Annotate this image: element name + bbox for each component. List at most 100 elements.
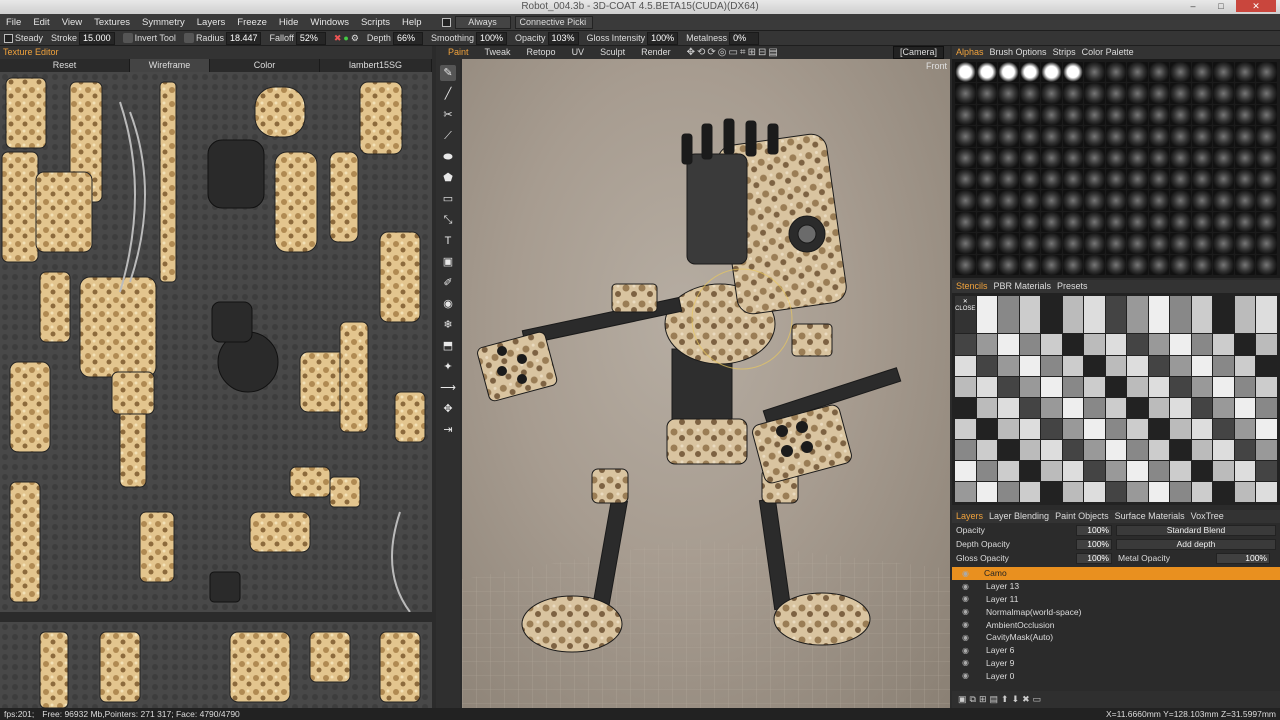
stencil-thumbnail[interactable] — [1062, 334, 1084, 355]
alpha-thumbnail[interactable] — [1256, 83, 1277, 104]
stencil-thumbnail[interactable] — [1148, 334, 1170, 355]
layer-row[interactable]: ◉ Layer 9 — [952, 657, 1280, 670]
alpha-thumbnail[interactable] — [1148, 104, 1170, 126]
stencil-thumbnail[interactable] — [1019, 481, 1041, 502]
menu-view[interactable]: View — [56, 14, 88, 31]
alpha-thumbnail[interactable] — [1170, 147, 1191, 168]
stencil-thumbnail[interactable] — [1191, 334, 1213, 355]
stencil-thumbnail[interactable] — [1041, 397, 1062, 418]
stencil-thumbnail[interactable] — [1127, 481, 1148, 502]
alpha-thumbnail[interactable] — [1170, 62, 1191, 83]
stencil-thumbnail[interactable] — [1105, 439, 1127, 460]
stencil-thumbnail[interactable] — [1213, 397, 1234, 418]
alphas-grid[interactable] — [952, 59, 1280, 278]
stencil-thumbnail[interactable] — [1170, 439, 1191, 460]
alpha-thumbnail[interactable] — [1191, 233, 1213, 254]
delete-layer-icon[interactable]: ✖ — [1022, 694, 1030, 705]
stencil-thumbnail[interactable] — [1105, 376, 1127, 397]
camera-dropdown[interactable]: [Camera] — [892, 46, 944, 59]
alpha-thumbnail[interactable] — [1148, 190, 1170, 211]
stencil-thumbnail[interactable] — [1127, 296, 1148, 334]
stencil-thumbnail[interactable] — [998, 418, 1019, 439]
stencil-thumbnail[interactable] — [976, 296, 998, 334]
stencil-thumbnail[interactable] — [1127, 334, 1148, 355]
stencil-thumbnail[interactable] — [1148, 397, 1170, 418]
alpha-thumbnail[interactable] — [1191, 211, 1213, 233]
alpha-thumbnail[interactable] — [1148, 211, 1170, 233]
stencil-thumbnail[interactable] — [1127, 397, 1148, 418]
stencil-thumbnail[interactable] — [1019, 355, 1041, 376]
alpha-thumbnail[interactable] — [1062, 126, 1084, 147]
stencil-thumbnail[interactable] — [1234, 418, 1256, 439]
tab-color-palette[interactable]: Color Palette — [1082, 46, 1134, 59]
menu-freeze[interactable]: Freeze — [231, 14, 273, 31]
layer-row[interactable]: ◉ AmbientOcclusion — [952, 618, 1280, 631]
tool-line-icon[interactable]: ╱ — [440, 86, 456, 102]
stencil-thumbnail[interactable] — [1148, 439, 1170, 460]
stencil-thumbnail[interactable] — [1019, 397, 1041, 418]
wireframe-button[interactable]: Wireframe — [130, 59, 210, 72]
stencil-thumbnail[interactable] — [1084, 355, 1105, 376]
merge-layer-icon[interactable]: ⊞ — [979, 694, 987, 705]
stencil-thumbnail[interactable] — [998, 481, 1019, 502]
stencil-thumbnail[interactable] — [1084, 460, 1105, 481]
stencil-thumbnail[interactable] — [1256, 460, 1277, 481]
stencil-thumbnail[interactable] — [1191, 376, 1213, 397]
menu-hide[interactable]: Hide — [273, 14, 305, 31]
eye-icon[interactable]: ◉ — [962, 658, 972, 667]
move-up-icon[interactable]: ⬆ — [1001, 694, 1009, 705]
gloss-opacity-slider[interactable]: 100% — [1076, 552, 1112, 564]
opacity-field[interactable]: 103% — [547, 31, 579, 45]
stencil-thumbnail[interactable] — [1019, 334, 1041, 355]
eye-icon[interactable]: ◉ — [962, 671, 972, 680]
opacity-slider[interactable]: 100% — [1076, 524, 1112, 536]
stencil-thumbnail[interactable] — [1256, 376, 1277, 397]
stencil-thumbnail[interactable] — [1256, 481, 1277, 502]
alpha-thumbnail[interactable] — [955, 233, 976, 254]
alpha-thumbnail[interactable] — [976, 254, 998, 275]
stencil-thumbnail[interactable] — [1105, 334, 1127, 355]
alpha-thumbnail[interactable] — [1041, 254, 1062, 275]
stencil-thumbnail[interactable] — [1084, 296, 1105, 334]
stencil-thumbnail[interactable] — [1213, 460, 1234, 481]
alpha-thumbnail[interactable] — [1062, 211, 1084, 233]
alpha-thumbnail[interactable] — [1062, 254, 1084, 275]
stencil-thumbnail[interactable] — [955, 334, 976, 355]
alpha-thumbnail[interactable] — [1127, 168, 1148, 190]
alpha-thumbnail[interactable] — [998, 147, 1019, 168]
tool-rect-icon[interactable]: ▭ — [440, 191, 456, 207]
alpha-thumbnail[interactable] — [1213, 104, 1234, 126]
stencil-thumbnail[interactable] — [1041, 355, 1062, 376]
stencil-thumbnail[interactable] — [1234, 439, 1256, 460]
alpha-thumbnail[interactable] — [1148, 83, 1170, 104]
menu-layers[interactable]: Layers — [191, 14, 232, 31]
tab-layer-blending[interactable]: Layer Blending — [989, 510, 1049, 523]
alpha-thumbnail[interactable] — [1191, 126, 1213, 147]
metalness-field[interactable]: 0% — [729, 31, 760, 45]
alpha-thumbnail[interactable] — [955, 190, 976, 211]
tool-fill-icon[interactable]: ⬟ — [440, 170, 456, 186]
alpha-thumbnail[interactable] — [1213, 126, 1234, 147]
stencil-thumbnail[interactable] — [1084, 334, 1105, 355]
tab-voxtree[interactable]: VoxTree — [1191, 510, 1224, 523]
stencil-thumbnail[interactable] — [1148, 376, 1170, 397]
falloff-field[interactable]: 52% — [295, 31, 326, 45]
alpha-thumbnail[interactable] — [1041, 147, 1062, 168]
stencil-thumbnail[interactable] — [1019, 296, 1041, 334]
alpha-thumbnail[interactable] — [1084, 190, 1105, 211]
alpha-thumbnail[interactable] — [1062, 104, 1084, 126]
alpha-thumbnail[interactable] — [1084, 126, 1105, 147]
stencil-thumbnail[interactable] — [1062, 439, 1084, 460]
alpha-thumbnail[interactable] — [1105, 104, 1127, 126]
smoothing-field[interactable]: 100% — [475, 31, 507, 45]
stencil-thumbnail[interactable] — [1127, 460, 1148, 481]
stencil-thumbnail[interactable] — [1084, 397, 1105, 418]
tool-stroke-icon[interactable]: ⟋ — [440, 128, 456, 144]
tab-sculpt[interactable]: Sculpt — [592, 46, 633, 59]
stencil-thumbnail[interactable] — [1234, 296, 1256, 334]
alpha-thumbnail[interactable] — [1127, 211, 1148, 233]
stencil-thumbnail[interactable] — [1041, 418, 1062, 439]
alpha-thumbnail[interactable] — [1127, 126, 1148, 147]
tab-render[interactable]: Render — [633, 46, 679, 59]
alpha-thumbnail[interactable] — [1213, 62, 1234, 83]
